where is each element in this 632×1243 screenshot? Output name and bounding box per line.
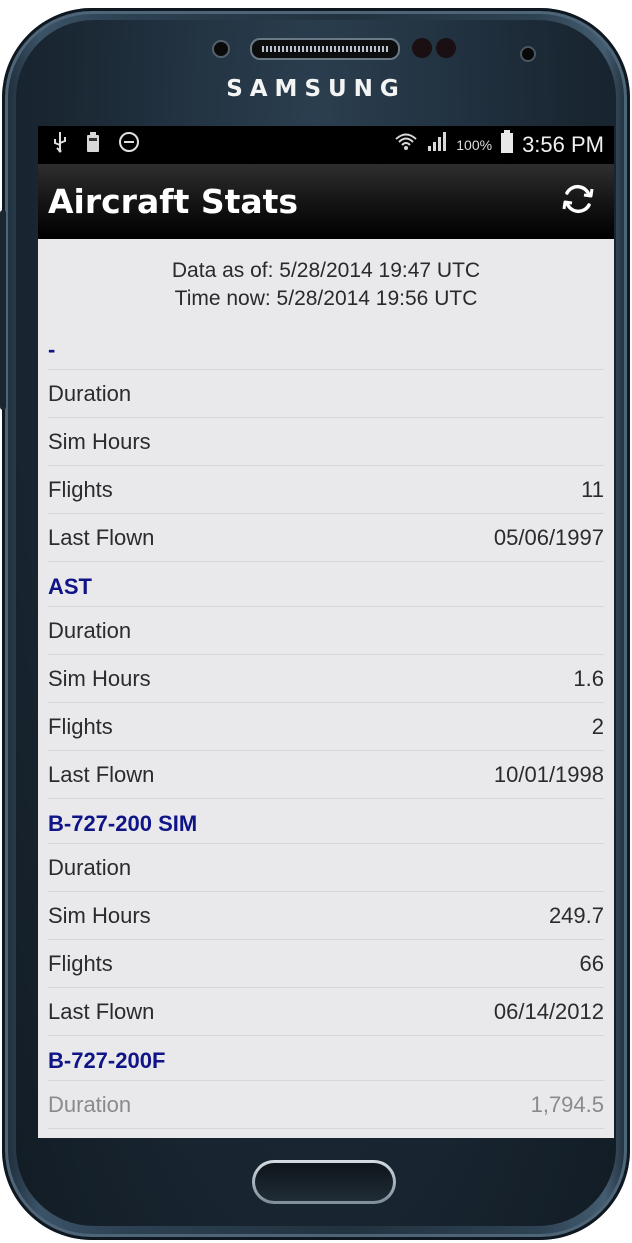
home-button-face bbox=[255, 1163, 393, 1201]
stat-label: Duration bbox=[48, 617, 132, 643]
stat-row-duration: Duration bbox=[48, 607, 604, 655]
data-timestamps: Data as of: 5/28/2014 19:47 UTC Time now… bbox=[48, 239, 604, 325]
stat-label: Flights bbox=[48, 950, 113, 976]
app-bar: Aircraft Stats bbox=[38, 164, 614, 239]
stat-label: Duration bbox=[48, 854, 132, 880]
battery-saver-icon bbox=[86, 131, 100, 159]
refresh-button[interactable] bbox=[556, 179, 600, 223]
stat-label: Sim Hours bbox=[48, 902, 151, 928]
stat-row-duration: Duration 1,794.5 bbox=[48, 1081, 604, 1129]
screen: 100% 3:56 PM Aircraft Stats Data as of: … bbox=[38, 126, 614, 1138]
usb-icon bbox=[52, 131, 68, 159]
brand-logo: SAMSUNG bbox=[226, 76, 406, 102]
stat-label: Sim Hours bbox=[48, 665, 151, 691]
data-as-of: Data as of: 5/28/2014 19:47 UTC bbox=[171, 259, 481, 282]
stat-value: 05/06/1997 bbox=[493, 524, 604, 550]
aircraft-group: - Duration Sim Hours Flights 11 Last Flo… bbox=[48, 325, 604, 562]
stat-row-last-flown: Last Flown 10/01/1998 bbox=[48, 751, 604, 799]
front-camera bbox=[520, 46, 536, 62]
stat-label: Duration bbox=[48, 380, 132, 406]
stat-label: Flights bbox=[48, 476, 113, 502]
stat-row-sim-hours: Sim Hours bbox=[48, 418, 604, 466]
stat-value: 06/14/2012 bbox=[493, 998, 604, 1024]
refresh-icon bbox=[560, 181, 596, 222]
side-volume-key bbox=[0, 210, 6, 410]
aircraft-group: AST Duration Sim Hours 1.6 Flights 2 Las… bbox=[48, 562, 604, 799]
earpiece-speaker bbox=[250, 38, 400, 60]
stat-value: 10/01/1998 bbox=[493, 761, 604, 787]
stat-row-last-flown: Last Flown 06/14/2012 bbox=[48, 988, 604, 1036]
stat-row-sim-hours: Sim Hours 249.7 bbox=[48, 892, 604, 940]
stat-row-duration: Duration bbox=[48, 844, 604, 892]
front-sensor bbox=[212, 40, 230, 58]
stat-value: 66 bbox=[579, 950, 604, 976]
stat-row-flights: Flights 2 bbox=[48, 703, 604, 751]
wifi-icon bbox=[394, 131, 418, 159]
time-now: Time now: 5/28/2014 19:56 UTC bbox=[174, 287, 478, 310]
battery-percentage: 100% bbox=[456, 137, 493, 153]
do-not-disturb-icon bbox=[118, 131, 140, 159]
aircraft-name: - bbox=[48, 325, 604, 370]
page-title: Aircraft Stats bbox=[48, 181, 299, 221]
proximity-sensor bbox=[412, 38, 432, 58]
home-button[interactable] bbox=[252, 1160, 396, 1204]
aircraft-group: B-727-200 SIM Duration Sim Hours 249.7 F… bbox=[48, 799, 604, 1036]
stat-row-duration: Duration bbox=[48, 370, 604, 418]
stat-value: 1.6 bbox=[573, 665, 604, 691]
stat-label: Duration bbox=[48, 1091, 132, 1117]
stat-value: 1,794.5 bbox=[530, 1091, 604, 1117]
status-clock: 3:56 PM bbox=[522, 132, 604, 157]
stat-label: Flights bbox=[48, 713, 113, 739]
stat-label: Last Flown bbox=[48, 524, 155, 550]
aircraft-name: B-727-200F bbox=[48, 1036, 604, 1081]
signal-icon bbox=[426, 131, 448, 159]
stat-row-flights: Flights 11 bbox=[48, 466, 604, 514]
stat-label: Sim Hours bbox=[48, 428, 151, 454]
aircraft-group: B-727-200F Duration 1,794.5 bbox=[48, 1036, 604, 1129]
status-bar: 100% 3:56 PM bbox=[38, 126, 614, 164]
stat-row-flights: Flights 66 bbox=[48, 940, 604, 988]
stats-list[interactable]: Data as of: 5/28/2014 19:47 UTC Time now… bbox=[38, 239, 614, 1129]
stat-value: 2 bbox=[591, 713, 604, 739]
stat-label: Last Flown bbox=[48, 761, 155, 787]
stat-value: 11 bbox=[581, 476, 604, 502]
stat-label: Last Flown bbox=[48, 998, 155, 1024]
stat-row-sim-hours: Sim Hours 1.6 bbox=[48, 655, 604, 703]
aircraft-name: B-727-200 SIM bbox=[48, 799, 604, 844]
stat-row-last-flown: Last Flown 05/06/1997 bbox=[48, 514, 604, 562]
aircraft-name: AST bbox=[48, 562, 604, 607]
stat-value: 249.7 bbox=[548, 902, 604, 928]
battery-icon bbox=[500, 130, 514, 160]
light-sensor bbox=[436, 38, 456, 58]
